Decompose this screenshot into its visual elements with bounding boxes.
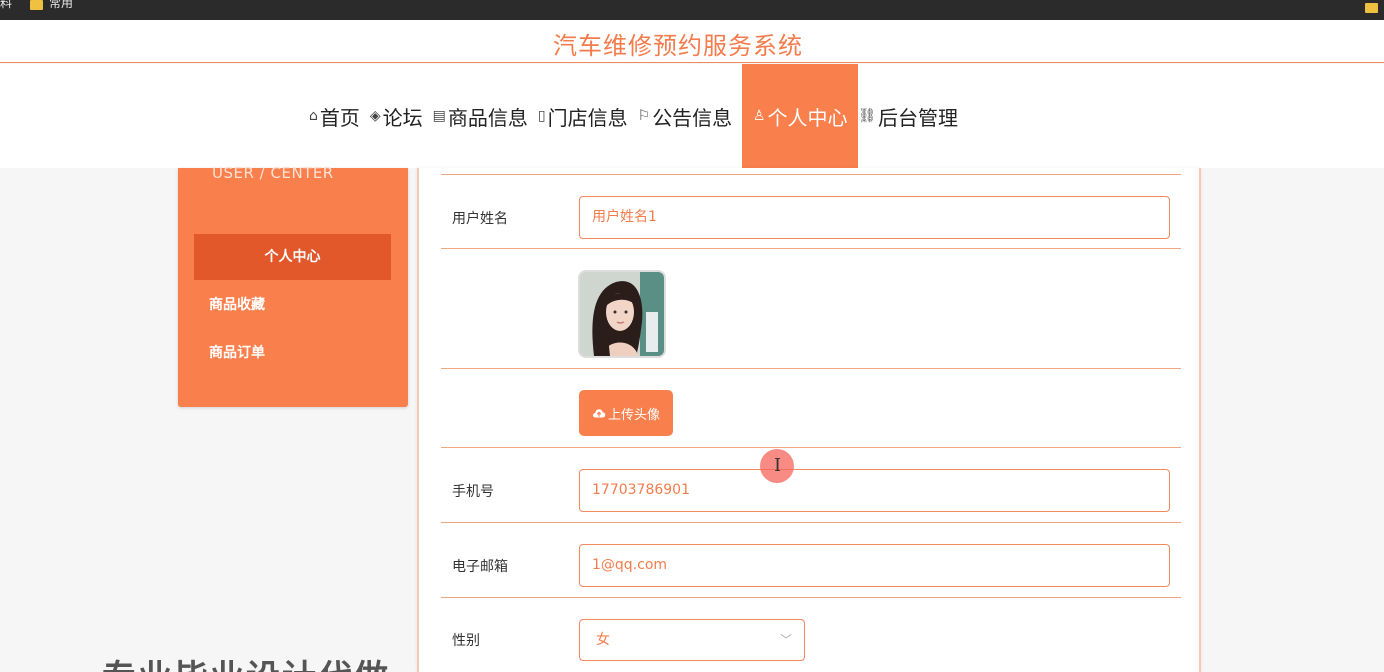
divider <box>441 597 1181 598</box>
cloud-upload-icon <box>592 409 606 418</box>
bookmark-folder-right[interactable] <box>1365 0 1378 14</box>
bookmark-folder[interactable]: 常用 <box>30 0 73 10</box>
layers-icon: ◈ <box>369 108 381 124</box>
nav-item-label: 个人中心 <box>767 105 848 130</box>
site-title: 汽车维修预约服务系统 <box>553 32 803 60</box>
nav-item-products[interactable]: ▤ 商品信息 <box>433 64 538 168</box>
avatar <box>578 270 666 358</box>
nav-item-stores[interactable]: ▯ 门店信息 <box>538 64 638 168</box>
nav-item-label: 首页 <box>319 105 360 130</box>
bookmark-folder-label: 常用 <box>49 0 74 10</box>
gender-selected-value: 女 <box>596 632 610 648</box>
nav-item-home[interactable]: ⌂ 首页 <box>309 64 370 168</box>
sidebar-subtitle: USER / CENTER <box>212 164 334 182</box>
sidebar-item-personal-center[interactable]: 个人中心 <box>194 234 391 280</box>
link-icon: ⛓ <box>858 108 876 124</box>
nav-item-notices[interactable]: ⚐ 公告信息 <box>638 64 743 168</box>
clipboard-icon: ▤ <box>432 108 446 124</box>
bookmark-left-label: 料 <box>0 0 13 10</box>
watermark-text: 专业毕业设计代做 <box>102 650 390 672</box>
nav-item-personal-center[interactable]: ♙ 个人中心 <box>742 64 859 168</box>
profile-form-panel: 用户姓名 用户姓名1 上传头像 手机号 17703786901 电子邮箱 1@q… <box>417 168 1201 672</box>
home-icon: ⌂ <box>309 108 318 124</box>
chevron-down-icon: ﹀ <box>779 633 792 647</box>
username-label: 用户姓名 <box>452 211 508 227</box>
divider <box>441 522 1181 523</box>
email-label: 电子邮箱 <box>452 559 508 575</box>
store-icon: ▯ <box>537 108 546 124</box>
upload-avatar-button[interactable]: 上传头像 <box>579 390 673 436</box>
nav-items: ⌂ 首页 ◈ 论坛 ▤ 商品信息 ▯ 门店信息 ⚐ 公告信息 ♙ 个人中心 ⛓ 后台管理 <box>309 64 968 168</box>
nav-item-forum[interactable]: ◈ 论坛 <box>370 64 433 168</box>
nav-item-label: 公告信息 <box>652 105 733 130</box>
email-input[interactable]: 1@qq.com <box>579 544 1170 587</box>
nav-item-label: 门店信息 <box>547 105 628 130</box>
bookmark-item-left[interactable]: 料 <box>0 0 12 10</box>
nav-item-admin[interactable]: ⛓ 后台管理 <box>858 64 968 168</box>
flag-icon: ⚐ <box>637 108 651 124</box>
divider <box>441 248 1181 249</box>
nav-item-label: 论坛 <box>382 105 423 130</box>
gender-select[interactable]: 女 ﹀ <box>579 619 805 661</box>
folder-icon <box>1365 3 1378 13</box>
phone-input[interactable]: 17703786901 <box>579 469 1170 512</box>
nav-item-label: 商品信息 <box>447 105 528 130</box>
main-nav: ⌂ 首页 ◈ 论坛 ▤ 商品信息 ▯ 门店信息 ⚐ 公告信息 ♙ 个人中心 ⛓ 后台管理 <box>0 64 1384 168</box>
divider <box>441 447 1181 448</box>
divider <box>441 368 1181 369</box>
nav-item-label: 后台管理 <box>877 105 958 130</box>
sidebar-item-favorites[interactable]: 商品收藏 <box>209 294 265 314</box>
folder-icon <box>30 0 43 10</box>
phone-label: 手机号 <box>452 484 494 500</box>
username-input[interactable]: 用户姓名1 <box>579 196 1170 239</box>
avatar-image <box>580 272 664 356</box>
upload-avatar-label: 上传头像 <box>607 407 660 423</box>
divider <box>441 174 1181 175</box>
user-center-sidebar: USER / CENTER 个人中心 商品收藏 商品订单 <box>178 164 408 407</box>
site-header: 汽车维修预约服务系统 <box>0 20 1384 63</box>
user-icon: ♙ <box>752 108 766 124</box>
browser-bookmark-bar: 料 常用 <box>0 0 1384 20</box>
gender-label: 性别 <box>452 633 480 649</box>
sidebar-item-orders[interactable]: 商品订单 <box>209 342 265 362</box>
text-cursor-icon: I <box>774 455 782 476</box>
